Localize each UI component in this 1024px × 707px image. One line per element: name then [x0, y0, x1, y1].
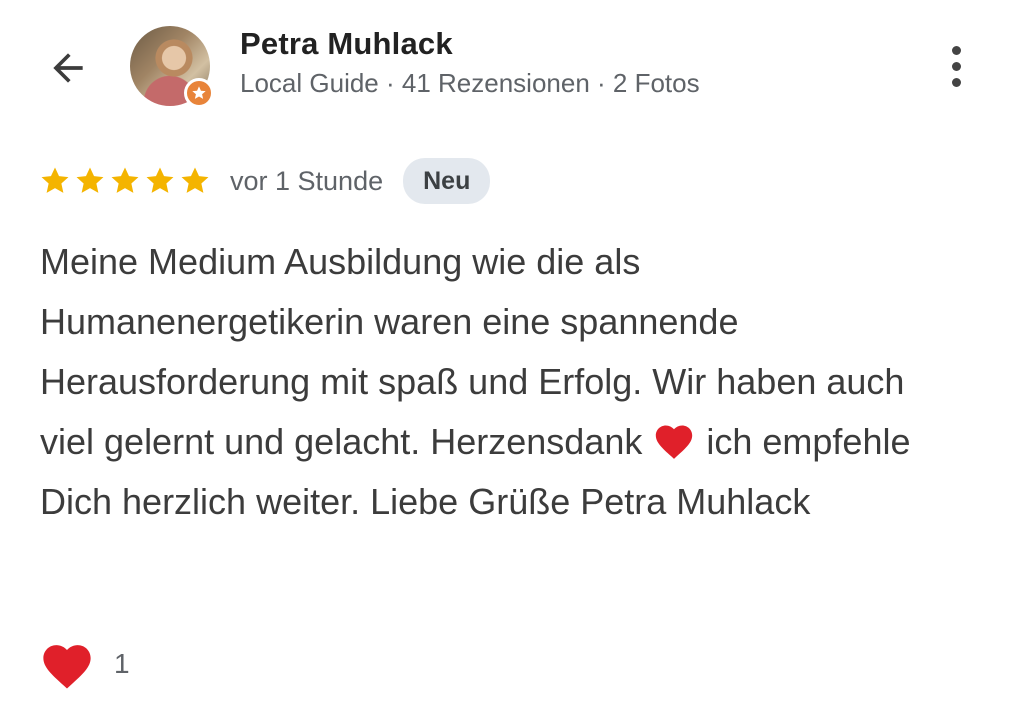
like-reaction-button[interactable]: 1	[38, 638, 130, 690]
back-button[interactable]	[44, 44, 92, 92]
reaction-count: 1	[114, 648, 130, 679]
star-rating	[38, 164, 212, 198]
heart-icon	[656, 425, 693, 459]
star-icon	[181, 167, 209, 193]
rating-row: vor 1 Stunde Neu	[38, 156, 491, 206]
review-header: Petra Muhlack Local Guide · 41 Rezension…	[0, 0, 1024, 130]
avatar[interactable]	[130, 26, 214, 108]
more-vertical-icon	[951, 45, 961, 55]
review-time: vor 1 Stunde	[230, 165, 384, 196]
star-icon	[76, 167, 104, 193]
reviewer-name[interactable]: Petra Muhlack	[240, 26, 453, 62]
more-dot	[951, 77, 961, 87]
local-guide-star-icon	[184, 78, 214, 108]
star-icon	[111, 167, 139, 193]
new-badge: Neu	[403, 158, 491, 204]
review-text: Meine Medium Ausbildung wie die als Huma…	[40, 232, 940, 532]
star-icon	[146, 167, 174, 193]
more-dot	[951, 61, 961, 71]
star-icon	[41, 167, 69, 193]
arrow-left-icon	[53, 53, 83, 83]
heart-icon	[43, 645, 91, 689]
reviewer-meta: Local Guide · 41 Rezensionen · 2 Fotos	[240, 68, 700, 98]
more-options-button[interactable]	[934, 40, 978, 92]
